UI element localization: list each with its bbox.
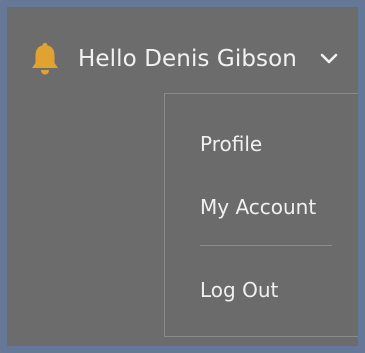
user-menu-header[interactable]: Hello Denis Gibson <box>28 39 358 79</box>
bell-icon[interactable] <box>28 39 62 79</box>
chevron-down-icon[interactable] <box>318 48 340 70</box>
menu-divider <box>200 245 332 246</box>
account-panel: Hello Denis Gibson Profile My Account Lo… <box>0 0 365 353</box>
menu-item-profile[interactable]: Profile <box>200 132 262 156</box>
menu-item-my-account[interactable]: My Account <box>200 195 316 219</box>
user-dropdown-menu: Profile My Account Log Out <box>164 93 358 337</box>
menu-item-log-out[interactable]: Log Out <box>200 278 278 302</box>
user-greeting[interactable]: Hello Denis Gibson <box>78 46 297 72</box>
